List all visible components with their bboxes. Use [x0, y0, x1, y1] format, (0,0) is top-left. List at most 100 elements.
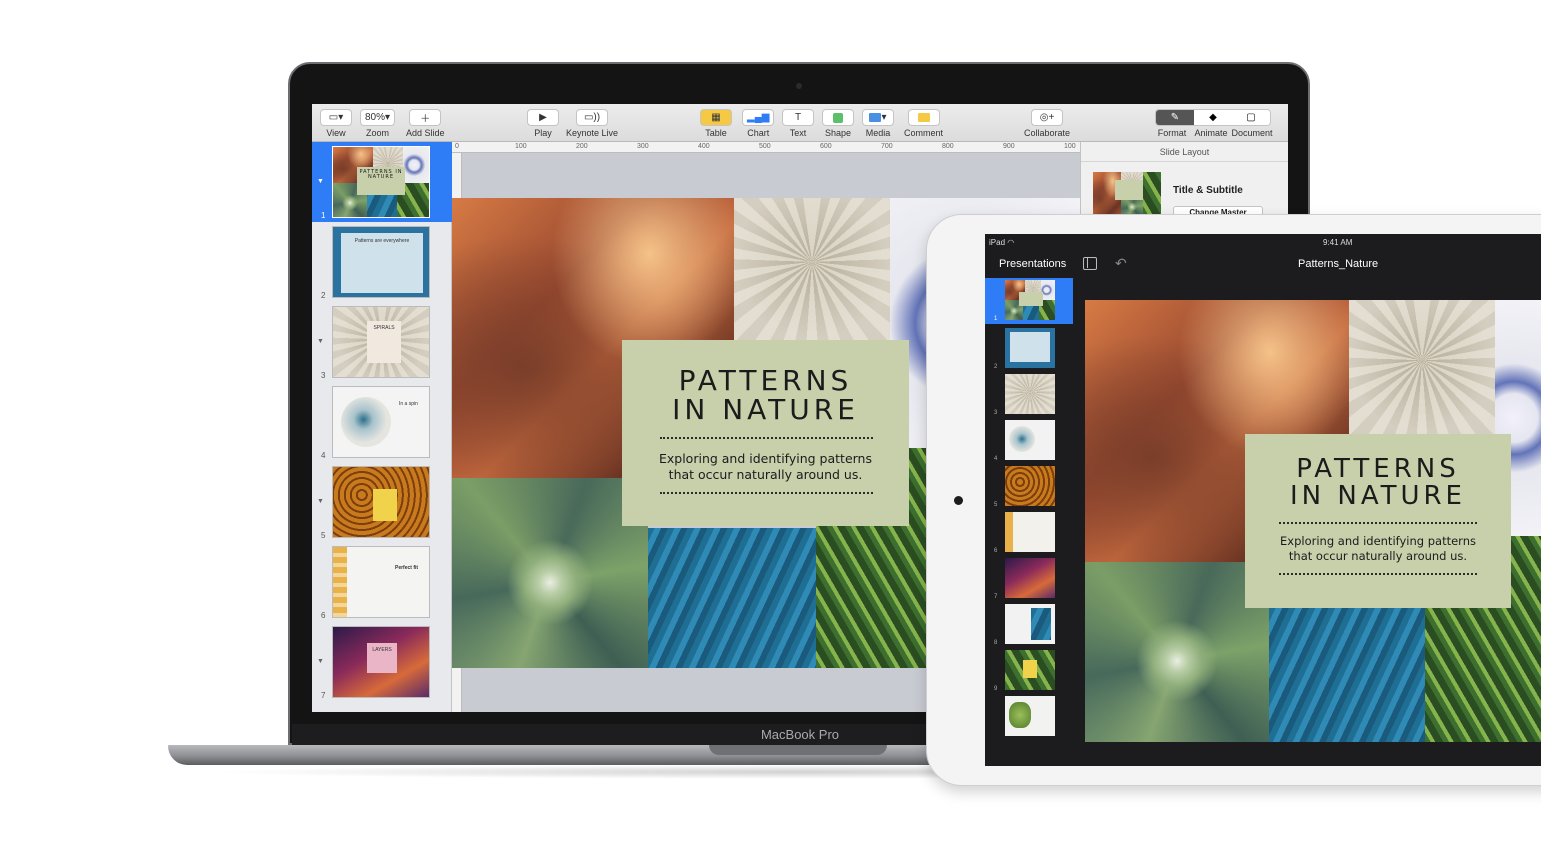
thumb-image: In a spin	[332, 386, 430, 458]
shell-image[interactable]	[734, 198, 890, 340]
status-time: 9:41 AM	[1323, 238, 1353, 247]
thumb-image: PATTERNS IN NATURE	[332, 146, 430, 218]
plus-icon: ＋	[409, 109, 442, 126]
presentations-back-button[interactable]: Presentations	[999, 258, 1066, 270]
ipad-slide-thumb-5[interactable]: 5	[985, 464, 1073, 510]
ipad-slide-thumb-8[interactable]: 8	[985, 602, 1073, 648]
keynote-live-button[interactable]: ▭)) Keynote Live	[566, 109, 618, 138]
animate-icon[interactable]: ◆	[1194, 110, 1232, 125]
slide-title-line1[interactable]: PATTERNS	[622, 366, 909, 396]
ipad-slide-title-line2[interactable]: IN NATURE	[1245, 482, 1511, 510]
sidebar-icon[interactable]	[1083, 257, 1097, 270]
ipad-camera-icon	[954, 496, 963, 505]
thumb-image	[1005, 604, 1055, 644]
slide-title-line2[interactable]: IN NATURE	[622, 395, 909, 425]
slide-thumb-4[interactable]: In a spin 4	[312, 382, 452, 462]
disclosure-triangle-icon[interactable]: ▼	[317, 658, 324, 665]
slide-thumb-5[interactable]: ▼ 5	[312, 462, 452, 542]
ipad-slide-thumb-3[interactable]: 3	[985, 372, 1073, 418]
status-bar: iPad ◠ 9:41 AM	[985, 234, 1541, 252]
disclosure-triangle-icon[interactable]: ▼	[317, 498, 324, 505]
ipad-slide-navigator[interactable]: 1 2 3 4 5 6 7 8 9	[985, 278, 1073, 766]
slide-thumb-1[interactable]: ▼ PATTERNS IN NATURE 1	[312, 142, 452, 222]
media-icon: ▾	[862, 109, 894, 126]
thumb-image	[332, 466, 430, 538]
keynote-ipad-window: iPad ◠ 9:41 AM Presentations ↶ Patterns_…	[985, 234, 1541, 766]
horizontal-ruler: 0 100 200 300 400 500 600 700 800 900 10…	[452, 142, 1080, 153]
ipad-slide-subtitle[interactable]: Exploring and identifying patterns that …	[1245, 534, 1511, 564]
tab-format[interactable]: Format	[1152, 128, 1192, 138]
ipad-slide-thumb-4[interactable]: 4	[985, 418, 1073, 464]
slide-navigator[interactable]: ▼ PATTERNS IN NATURE 1 Patterns are ever…	[312, 142, 452, 712]
thumb-image	[1005, 696, 1055, 736]
succulent-image[interactable]	[1085, 562, 1269, 742]
layout-thumbnail[interactable]	[1093, 172, 1161, 216]
table-button[interactable]: ▦ Table	[700, 109, 732, 138]
format-icon[interactable]: ✎	[1156, 110, 1194, 125]
dotted-divider	[1279, 572, 1477, 575]
device-label: iPad ◠	[989, 238, 1015, 247]
thumb-image	[1005, 328, 1055, 368]
slide-thumb-2[interactable]: Patterns are everywhere 2	[312, 222, 452, 302]
document-title: Patterns_Nature	[1298, 258, 1379, 270]
camera-icon	[796, 83, 802, 89]
wifi-icon: ◠	[1007, 238, 1015, 247]
ipad-slide-thumb-7[interactable]: 7	[985, 556, 1073, 602]
thumb-image	[1005, 420, 1055, 460]
add-slide-button[interactable]: ＋ Add Slide	[406, 109, 445, 138]
shape-button[interactable]: Shape	[822, 109, 854, 138]
ipad-title-card[interactable]: PATTERNS IN NATURE Exploring and identif…	[1245, 434, 1511, 608]
chart-icon: ▂▄▆	[742, 109, 775, 126]
thumb-image	[1005, 466, 1055, 506]
thumb-image	[1005, 558, 1055, 598]
thumb-image: SPIRALS	[332, 306, 430, 378]
table-icon: ▦	[700, 109, 732, 126]
ipad-slide-thumb-6[interactable]: 6	[985, 510, 1073, 556]
slide-subtitle[interactable]: Exploring and identifying patterns that …	[622, 451, 909, 483]
thumb-image	[1005, 650, 1055, 690]
view-icon: ▭▾	[320, 109, 352, 126]
layout-name: Title & Subtitle	[1173, 185, 1243, 196]
media-button[interactable]: ▾ Media	[862, 109, 894, 138]
tab-animate[interactable]: Animate	[1192, 128, 1230, 138]
comment-button[interactable]: Comment	[904, 109, 943, 138]
title-card[interactable]: PATTERNS IN NATURE Exploring and identif…	[622, 340, 909, 526]
play-button[interactable]: ▶ Play	[527, 109, 559, 138]
slide-thumb-6[interactable]: Perfect fit 6	[312, 542, 452, 622]
thumb-image: Patterns are everywhere	[332, 226, 430, 298]
chart-button[interactable]: ▂▄▆ Chart	[742, 109, 775, 138]
tab-document[interactable]: Document	[1230, 128, 1274, 138]
ipad-main-slide[interactable]: PATTERNS IN NATURE Exploring and identif…	[1085, 300, 1541, 742]
ipad-slide-thumb-9[interactable]: 9	[985, 648, 1073, 694]
slide-thumb-3[interactable]: ▼ SPIRALS 3	[312, 302, 452, 382]
zoom-button[interactable]: 80% ▾ Zoom	[360, 109, 396, 138]
document-icon[interactable]: ▢	[1232, 110, 1270, 125]
thumb-image	[1005, 512, 1055, 552]
view-button[interactable]: ▭▾ View	[320, 109, 352, 138]
broadcast-icon: ▭))	[576, 109, 609, 126]
shape-icon	[822, 109, 854, 126]
ipad-slide-title-line1[interactable]: PATTERNS	[1245, 455, 1511, 483]
ipad-toolbar: Presentations ↶ Patterns_Nature	[985, 252, 1541, 280]
feather-image[interactable]	[648, 528, 816, 668]
disclosure-triangle-icon[interactable]: ▼	[317, 178, 324, 185]
zoom-value: 80% ▾	[360, 109, 396, 126]
slide-thumb-7[interactable]: ▼ LAYERS 7	[312, 622, 452, 702]
collaborate-button[interactable]: ◎+ Collaborate	[1024, 109, 1070, 138]
ipad-slide-thumb-10[interactable]	[985, 694, 1073, 740]
inspector-segmented-control: ✎ ◆ ▢	[1155, 109, 1271, 126]
collaborate-icon: ◎+	[1031, 109, 1064, 126]
disclosure-triangle-icon[interactable]: ▼	[317, 338, 324, 345]
undo-icon[interactable]: ↶	[1115, 255, 1127, 272]
ipad-slide-thumb-1[interactable]: 1	[985, 278, 1073, 324]
text-icon: T	[782, 109, 814, 126]
device-brand-label: MacBook Pro	[760, 727, 840, 742]
dotted-divider	[660, 436, 873, 439]
inspector-header: Slide Layout	[1081, 142, 1288, 162]
shell-image[interactable]	[1349, 300, 1495, 434]
text-button[interactable]: T Text	[782, 109, 814, 138]
feather-image[interactable]	[1269, 608, 1425, 742]
succulent-image[interactable]	[452, 478, 648, 668]
ipad-slide-thumb-2[interactable]: 2	[985, 326, 1073, 372]
dotted-divider	[660, 491, 873, 494]
